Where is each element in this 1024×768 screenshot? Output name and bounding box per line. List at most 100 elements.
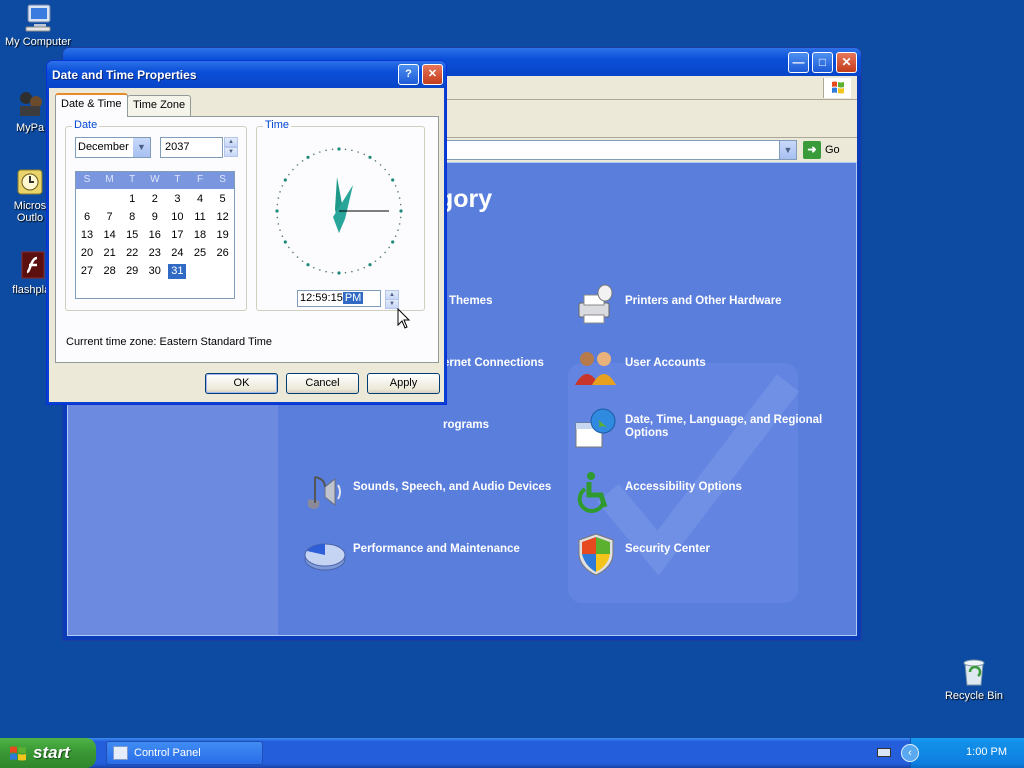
- calendar-day[interactable]: 13: [78, 228, 96, 243]
- year-down-arrow-icon[interactable]: ▼: [224, 147, 238, 157]
- calendar-day[interactable]: 11: [191, 210, 209, 225]
- maximize-button[interactable]: □: [812, 52, 833, 73]
- calendar-day[interactable]: 14: [101, 228, 119, 243]
- date-time-properties-dialog[interactable]: Date and Time Properties ? ✕ Date & Time…: [46, 60, 447, 405]
- year-up-arrow-icon[interactable]: ▲: [224, 137, 238, 147]
- calendar-day[interactable]: 30: [146, 264, 164, 279]
- tab-date-time[interactable]: Date & Time: [55, 93, 128, 117]
- calendar-day[interactable]: 22: [123, 246, 141, 261]
- calendar-day[interactable]: 12: [214, 210, 232, 225]
- calendar-weekday-label: T: [174, 174, 181, 185]
- clock-dial-mark: [319, 269, 321, 271]
- category-network-connections[interactable]: ernet Connections: [443, 357, 544, 370]
- calendar-day-selected[interactable]: 31: [168, 264, 187, 279]
- calendar-day[interactable]: 2: [146, 192, 164, 207]
- dialog-title: Date and Time Properties: [52, 68, 197, 82]
- calendar-day[interactable]: 18: [191, 228, 209, 243]
- close-button[interactable]: ✕: [422, 64, 443, 85]
- calendar-day[interactable]: 24: [168, 246, 186, 261]
- chevron-down-icon[interactable]: ▼: [133, 138, 150, 157]
- close-button[interactable]: ✕: [836, 52, 857, 73]
- current-timezone-text: Current time zone: Eastern Standard Time: [66, 336, 273, 348]
- arrow-right-icon: ➜: [803, 141, 821, 160]
- calendar-day[interactable]: 3: [168, 192, 186, 207]
- clock-dial-mark: [379, 256, 382, 258]
- desktop-icon-recycle-bin[interactable]: Recycle Bin: [934, 656, 1014, 702]
- chevron-down-icon[interactable]: ▼: [779, 141, 796, 159]
- printer-icon: [578, 284, 613, 324]
- clock-dial-mark: [276, 216, 279, 219]
- tab-time-zone[interactable]: Time Zone: [127, 95, 192, 116]
- calendar-day[interactable]: 28: [101, 264, 119, 279]
- calendar-day[interactable]: 9: [146, 210, 164, 225]
- apply-button[interactable]: Apply: [367, 373, 440, 394]
- year-spinner-input[interactable]: 2037: [160, 137, 223, 158]
- calendar-day[interactable]: 10: [168, 210, 186, 225]
- taskbar-item-control-panel[interactable]: Control Panel: [106, 741, 263, 765]
- clock-dial-mark: [296, 164, 299, 166]
- calendar-weekday-header: SMTWTFS: [76, 172, 234, 189]
- calendar-day[interactable]: 1: [123, 192, 141, 207]
- calendar-day[interactable]: 7: [101, 210, 119, 225]
- clock-dial-mark: [281, 184, 284, 187]
- clock-dial-mark: [399, 203, 402, 206]
- calendar-day[interactable]: 27: [78, 264, 96, 279]
- clock-dial-mark: [337, 271, 341, 275]
- cancel-button[interactable]: Cancel: [286, 373, 359, 394]
- category-appearance-themes[interactable]: Themes: [449, 295, 492, 308]
- keyboard-icon[interactable]: [877, 748, 891, 757]
- calendar-day[interactable]: 29: [123, 264, 141, 279]
- windows-logo-icon: [823, 78, 851, 98]
- clock-dial-mark: [325, 149, 327, 152]
- shortcut-icon: [20, 92, 42, 116]
- minimize-button[interactable]: —: [788, 52, 809, 73]
- calendar-weekday-label: S: [219, 174, 226, 185]
- time-spinner-input[interactable]: 12:59:15 PM: [297, 290, 381, 307]
- dialog-body: Date & Time Time Zone Date December ▼ 20…: [50, 88, 443, 401]
- clock-dial-mark: [398, 223, 401, 225]
- start-button[interactable]: start: [0, 738, 96, 768]
- calendar-day[interactable]: 17: [168, 228, 186, 243]
- calendar-day[interactable]: 20: [78, 246, 96, 261]
- calendar-day[interactable]: 5: [214, 192, 232, 207]
- chevron-left-icon[interactable]: ‹: [901, 744, 919, 762]
- clock-dial-mark: [283, 240, 287, 244]
- clock-dial-mark: [319, 151, 321, 153]
- calendar-day[interactable]: 8: [123, 210, 141, 225]
- calendar-day[interactable]: 21: [101, 246, 119, 261]
- calendar-weekday-label: W: [150, 174, 160, 185]
- users-icon: [575, 352, 616, 385]
- help-button[interactable]: ?: [398, 64, 419, 85]
- calendar-day[interactable]: 25: [191, 246, 209, 261]
- go-button[interactable]: ➜ Go: [803, 140, 849, 160]
- clock-dial-mark: [388, 246, 390, 249]
- ok-button[interactable]: OK: [205, 373, 278, 394]
- tab-panel: Date December ▼ 2037 ▲ ▼ SMTWTFS 1234567…: [55, 116, 439, 363]
- dialog-titlebar[interactable]: Date and Time Properties ? ✕: [47, 61, 446, 88]
- tray-clock[interactable]: 1:00 PM: [966, 746, 1007, 758]
- calendar-day[interactable]: 26: [214, 246, 232, 261]
- analog-clock: [275, 147, 403, 275]
- clock-dial-mark: [379, 164, 382, 166]
- calendar-day[interactable]: 4: [191, 192, 209, 207]
- clock-dial-mark: [331, 271, 334, 274]
- calendar-weekday-label: T: [129, 174, 136, 185]
- month-select[interactable]: December ▼: [75, 137, 151, 158]
- clock-dial-mark: [391, 240, 395, 244]
- calendar-day[interactable]: 23: [146, 246, 164, 261]
- clock-dial-mark: [351, 270, 353, 273]
- clock-dial-mark: [363, 153, 366, 156]
- calendar-day[interactable]: 15: [123, 228, 141, 243]
- clock-dial-mark: [301, 160, 304, 162]
- control-panel-icon: [113, 746, 128, 760]
- calendar-day[interactable]: 19: [214, 228, 232, 243]
- calendar-day[interactable]: 16: [146, 228, 164, 243]
- clock-dial-mark: [306, 263, 310, 267]
- calendar-day[interactable]: 6: [78, 210, 96, 225]
- desktop-icon-my-computer[interactable]: My Computer: [0, 2, 78, 48]
- clock-dial-mark: [337, 147, 341, 151]
- clock-dial-mark: [276, 203, 279, 206]
- category-add-remove-programs[interactable]: rograms: [443, 419, 489, 432]
- clock-dial-mark: [397, 229, 399, 231]
- taskbar-item-label: Control Panel: [134, 747, 201, 759]
